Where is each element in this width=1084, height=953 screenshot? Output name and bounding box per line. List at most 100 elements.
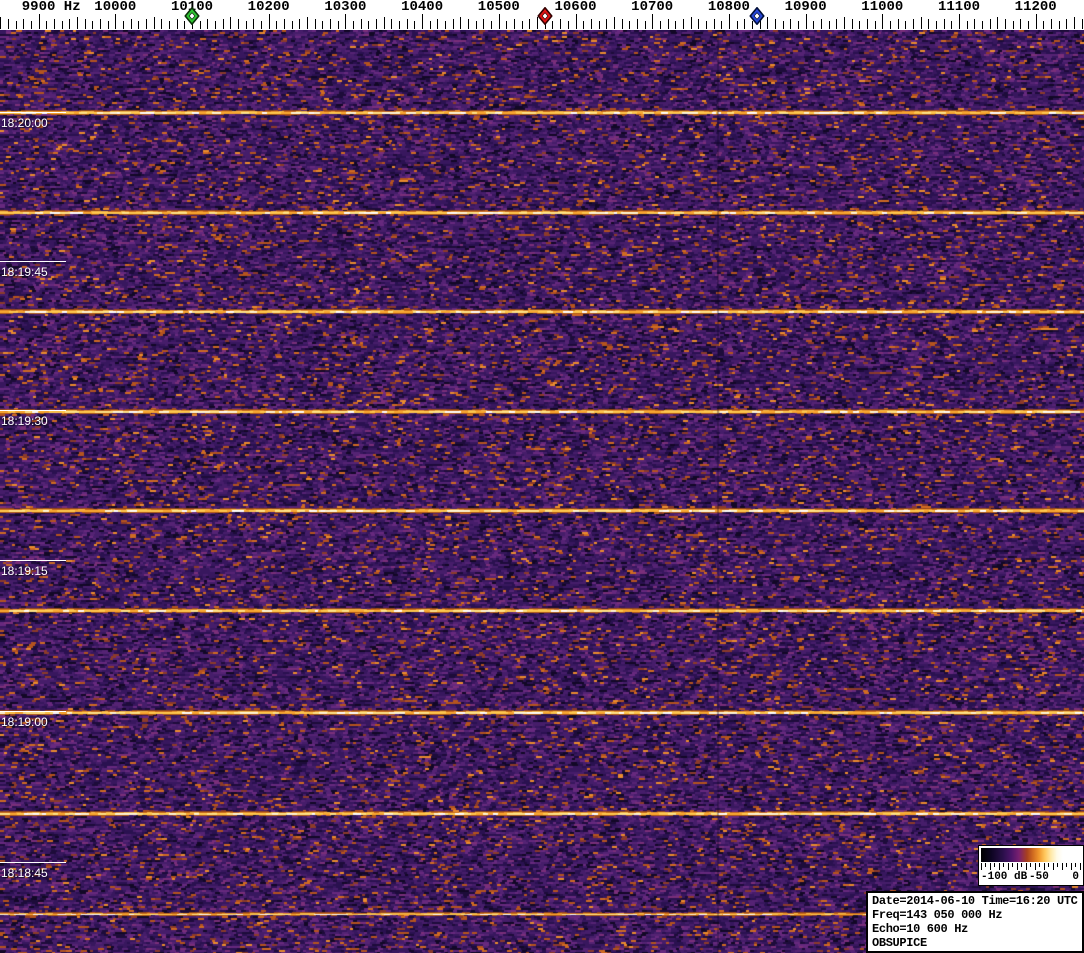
observation-info-box: Date=2014-06-10 Time=16:20 UTC Freq=143 … <box>866 891 1084 953</box>
frequency-tick <box>1051 19 1052 29</box>
frequency-tick <box>161 19 162 29</box>
frequency-tick <box>177 19 178 29</box>
frequency-tick <box>315 19 316 29</box>
time-label: 18:19:45 <box>1 265 48 279</box>
frequency-ruler[interactable]: 9900 Hz100001010010200103001040010500106… <box>0 0 1084 30</box>
frequency-tick <box>821 19 822 29</box>
time-tick <box>0 261 66 262</box>
frequency-tick <box>62 21 63 29</box>
blue-marker-diamond-icon[interactable] <box>750 7 765 25</box>
frequency-tick <box>1020 19 1021 29</box>
frequency-tick <box>223 19 224 29</box>
frequency-tick <box>453 19 454 29</box>
frequency-label: 10600 <box>554 0 596 15</box>
frequency-tick <box>622 19 623 29</box>
frequency-tick <box>629 21 630 29</box>
frequency-tick <box>729 14 730 29</box>
frequency-tick <box>338 21 339 29</box>
frequency-tick <box>852 19 853 29</box>
frequency-tick <box>330 19 331 29</box>
frequency-tick <box>1028 21 1029 29</box>
frequency-tick <box>737 21 738 29</box>
frequency-tick <box>936 21 937 29</box>
frequency-tick <box>322 21 323 29</box>
frequency-tick <box>54 19 55 29</box>
frequency-tick <box>898 19 899 29</box>
frequency-tick <box>85 19 86 29</box>
frequency-tick <box>668 19 669 29</box>
frequency-tick <box>652 14 653 29</box>
frequency-tick <box>944 19 945 29</box>
frequency-tick <box>39 14 40 29</box>
frequency-tick <box>261 21 262 29</box>
frequency-tick <box>253 19 254 29</box>
frequency-tick <box>299 19 300 29</box>
frequency-tick <box>16 21 17 29</box>
frequency-tick <box>276 21 277 29</box>
frequency-tick <box>714 19 715 29</box>
time-tick <box>0 560 66 561</box>
frequency-tick <box>721 21 722 29</box>
legend-label-mid: -50 <box>1029 871 1049 884</box>
frequency-tick <box>131 19 132 29</box>
frequency-tick <box>269 14 270 29</box>
frequency-tick <box>215 21 216 29</box>
legend-label-min: -100 dB <box>981 871 1027 884</box>
frequency-tick <box>928 19 929 29</box>
frequency-tick <box>683 19 684 29</box>
frequency-tick <box>445 21 446 29</box>
frequency-label: 10400 <box>401 0 443 15</box>
frequency-tick <box>353 21 354 29</box>
time-tick <box>0 112 66 113</box>
frequency-tick <box>859 21 860 29</box>
frequency-tick <box>591 19 592 29</box>
time-label: 18:19:00 <box>1 715 48 729</box>
frequency-tick <box>744 19 745 29</box>
frequency-tick <box>460 17 461 29</box>
frequency-tick <box>422 14 423 29</box>
frequency-tick <box>614 17 615 29</box>
frequency-tick <box>108 21 109 29</box>
frequency-tick <box>407 19 408 29</box>
frequency-tick <box>560 19 561 29</box>
frequency-tick <box>430 21 431 29</box>
frequency-tick <box>146 19 147 29</box>
red-marker-diamond-icon[interactable] <box>537 7 552 25</box>
spectrogram-canvas[interactable] <box>0 30 1084 953</box>
frequency-tick <box>813 21 814 29</box>
frequency-tick <box>1036 14 1037 29</box>
frequency-tick <box>384 17 385 29</box>
frequency-label: 9900 Hz <box>22 0 81 15</box>
frequency-tick <box>875 21 876 29</box>
frequency-tick <box>583 21 584 29</box>
frequency-tick <box>529 19 530 29</box>
frequency-tick <box>123 21 124 29</box>
frequency-tick <box>506 21 507 29</box>
info-station: OBSUPICE <box>872 936 1082 950</box>
info-frequency: Freq=143 050 000 Hz <box>872 908 1082 922</box>
frequency-tick <box>959 14 960 29</box>
frequency-tick <box>982 21 983 29</box>
frequency-tick <box>46 21 47 29</box>
frequency-tick <box>69 19 70 29</box>
frequency-tick <box>200 21 201 29</box>
frequency-tick <box>368 21 369 29</box>
frequency-label: 11000 <box>861 0 903 15</box>
frequency-tick <box>783 21 784 29</box>
frequency-tick <box>790 19 791 29</box>
frequency-tick <box>637 19 638 29</box>
frequency-tick <box>599 21 600 29</box>
frequency-tick <box>997 17 998 29</box>
frequency-tick <box>767 17 768 29</box>
frequency-tick <box>238 19 239 29</box>
frequency-tick <box>844 17 845 29</box>
frequency-tick <box>576 14 577 29</box>
legend-label-max: 0 <box>1072 871 1079 884</box>
frequency-tick <box>138 21 139 29</box>
frequency-tick <box>1043 21 1044 29</box>
green-marker-diamond-icon[interactable] <box>185 7 200 25</box>
frequency-tick <box>990 19 991 29</box>
frequency-tick <box>691 17 692 29</box>
frequency-tick <box>100 19 101 29</box>
frequency-tick <box>522 21 523 29</box>
